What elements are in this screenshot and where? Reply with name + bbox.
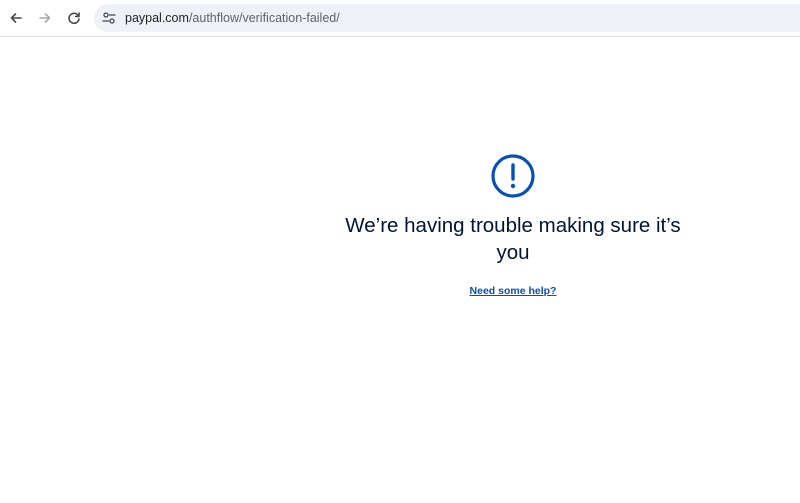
need-help-link[interactable]: Need some help? (443, 284, 583, 298)
address-bar[interactable]: paypal.com/authflow/verification-failed/ (94, 4, 800, 32)
site-info-button[interactable] (100, 9, 118, 27)
forward-button[interactable] (33, 6, 57, 30)
page-title: We’re having trouble making sure it’s yo… (345, 214, 681, 264)
browser-toolbar: paypal.com/authflow/verification-failed/ (0, 0, 800, 37)
reload-icon (68, 12, 80, 25)
arrow-left-icon (10, 13, 22, 23)
exclamation-circle-icon (491, 154, 535, 198)
page-content: We’re having trouble making sure it’s yo… (0, 38, 800, 503)
arrow-right-icon (39, 13, 51, 23)
url-domain: paypal.com (125, 11, 189, 25)
back-button[interactable] (4, 6, 28, 30)
url-path: /authflow/verification-failed/ (188, 11, 340, 25)
url-text[interactable]: paypal.com/authflow/verification-failed/ (125, 10, 340, 26)
reload-button[interactable] (62, 6, 86, 30)
tune-icon (102, 12, 116, 24)
